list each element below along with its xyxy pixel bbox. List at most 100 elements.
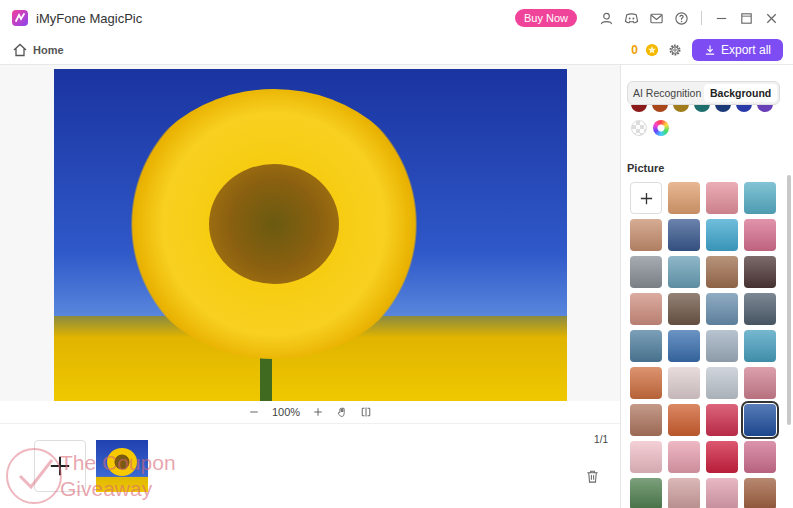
color-swatch[interactable] bbox=[652, 105, 668, 112]
watermark-line: Giveaway bbox=[60, 476, 176, 502]
zoom-bar: 100% bbox=[0, 401, 620, 423]
color-swatch[interactable] bbox=[631, 105, 647, 112]
compare-icon[interactable] bbox=[360, 406, 372, 418]
background-picture[interactable] bbox=[744, 219, 776, 251]
trash-icon[interactable] bbox=[585, 469, 600, 484]
image-thumbnail[interactable] bbox=[96, 440, 148, 492]
coin-icon[interactable] bbox=[645, 43, 659, 57]
zoom-out-icon[interactable] bbox=[248, 406, 260, 418]
account-icon[interactable] bbox=[599, 11, 614, 26]
background-picture[interactable] bbox=[744, 182, 776, 214]
panel-tab[interactable]: Background bbox=[704, 84, 777, 102]
scrollbar-thumb[interactable] bbox=[787, 175, 791, 425]
watermark-line: The Coupon bbox=[60, 450, 176, 476]
home-button[interactable]: Home bbox=[12, 42, 64, 58]
background-picture[interactable] bbox=[630, 478, 662, 508]
maximize-icon[interactable] bbox=[739, 11, 754, 26]
color-swatch[interactable] bbox=[736, 105, 752, 112]
sunflower bbox=[124, 89, 424, 359]
background-picture[interactable] bbox=[668, 367, 700, 399]
background-picture[interactable] bbox=[630, 330, 662, 362]
plus-icon bbox=[639, 191, 654, 206]
hand-icon[interactable] bbox=[336, 406, 348, 418]
download-icon bbox=[704, 44, 716, 56]
background-picture[interactable] bbox=[744, 441, 776, 473]
background-picture[interactable] bbox=[744, 404, 776, 436]
background-picture[interactable] bbox=[630, 293, 662, 325]
help-icon[interactable] bbox=[674, 11, 689, 26]
background-picture[interactable] bbox=[668, 478, 700, 508]
color-swatches bbox=[627, 105, 780, 112]
divider bbox=[701, 11, 702, 25]
background-picture[interactable] bbox=[668, 219, 700, 251]
background-picture[interactable] bbox=[630, 256, 662, 288]
background-picture[interactable] bbox=[630, 367, 662, 399]
export-all-button[interactable]: Export all bbox=[692, 39, 783, 61]
panel-tab[interactable]: AI Recognition bbox=[630, 84, 704, 102]
picture-grid bbox=[627, 182, 780, 508]
background-picture[interactable] bbox=[744, 256, 776, 288]
background-picture[interactable] bbox=[706, 256, 738, 288]
thumbnail-sunflower bbox=[107, 448, 137, 476]
toolbar: Home 0 Export all bbox=[0, 36, 793, 65]
photo-preview bbox=[54, 69, 567, 401]
zoom-level: 100% bbox=[272, 406, 300, 418]
gear-icon[interactable] bbox=[668, 43, 682, 57]
add-picture-button[interactable] bbox=[630, 182, 662, 214]
sunflower-center bbox=[209, 164, 339, 284]
credits-count: 0 bbox=[631, 43, 638, 57]
background-picture[interactable] bbox=[706, 404, 738, 436]
background-picture[interactable] bbox=[744, 367, 776, 399]
background-picture[interactable] bbox=[706, 367, 738, 399]
editor-area: 100% 1/1 The CouponGiveaway bbox=[0, 65, 620, 508]
background-picture[interactable] bbox=[706, 330, 738, 362]
add-image-button[interactable] bbox=[34, 440, 86, 492]
close-icon[interactable] bbox=[764, 11, 779, 26]
export-label: Export all bbox=[721, 43, 771, 57]
panel-content: AI RecognitionBackground Picture bbox=[621, 65, 784, 508]
background-picture[interactable] bbox=[706, 219, 738, 251]
background-picture[interactable] bbox=[668, 404, 700, 436]
minimize-icon[interactable] bbox=[714, 11, 729, 26]
background-picture[interactable] bbox=[744, 293, 776, 325]
window-title: iMyFone MagicPic bbox=[36, 11, 142, 26]
background-picture[interactable] bbox=[706, 441, 738, 473]
background-picture[interactable] bbox=[668, 330, 700, 362]
color-swatch[interactable] bbox=[757, 105, 773, 112]
background-picture[interactable] bbox=[706, 293, 738, 325]
app-logo-icon bbox=[12, 10, 28, 26]
watermark-text: The CouponGiveaway bbox=[60, 450, 176, 502]
zoom-in-icon[interactable] bbox=[312, 406, 324, 418]
background-picture[interactable] bbox=[668, 441, 700, 473]
app-window: iMyFone MagicPic Buy Now Home 0 Export a… bbox=[0, 0, 793, 508]
background-picture[interactable] bbox=[668, 182, 700, 214]
buy-now-button[interactable]: Buy Now bbox=[515, 9, 577, 27]
color-swatch[interactable] bbox=[673, 105, 689, 112]
house-icon bbox=[12, 42, 28, 58]
panel-tabs: AI RecognitionBackground bbox=[627, 81, 780, 105]
filmstrip-controls: 1/1 bbox=[585, 424, 608, 508]
background-picture[interactable] bbox=[706, 182, 738, 214]
color-swatch[interactable] bbox=[715, 105, 731, 112]
transparent-swatch-icon[interactable] bbox=[631, 120, 647, 136]
plus-icon bbox=[49, 455, 71, 477]
background-picture[interactable] bbox=[706, 478, 738, 508]
watermark-check-icon bbox=[4, 446, 64, 506]
background-picture[interactable] bbox=[630, 404, 662, 436]
page-counter: 1/1 bbox=[594, 434, 608, 445]
background-picture[interactable] bbox=[744, 478, 776, 508]
discord-icon[interactable] bbox=[624, 11, 639, 26]
background-picture[interactable] bbox=[668, 256, 700, 288]
scrollbar[interactable] bbox=[784, 65, 793, 508]
background-picture[interactable] bbox=[668, 293, 700, 325]
background-picture[interactable] bbox=[744, 330, 776, 362]
custom-color-icon[interactable] bbox=[653, 120, 669, 136]
background-picture[interactable] bbox=[630, 219, 662, 251]
canvas[interactable] bbox=[0, 65, 620, 401]
title-bar: iMyFone MagicPic Buy Now bbox=[0, 0, 793, 36]
filmstrip: 1/1 bbox=[0, 423, 620, 508]
section-title: Picture bbox=[627, 162, 780, 174]
mail-icon[interactable] bbox=[649, 11, 664, 26]
background-picture[interactable] bbox=[630, 441, 662, 473]
color-swatch[interactable] bbox=[694, 105, 710, 112]
